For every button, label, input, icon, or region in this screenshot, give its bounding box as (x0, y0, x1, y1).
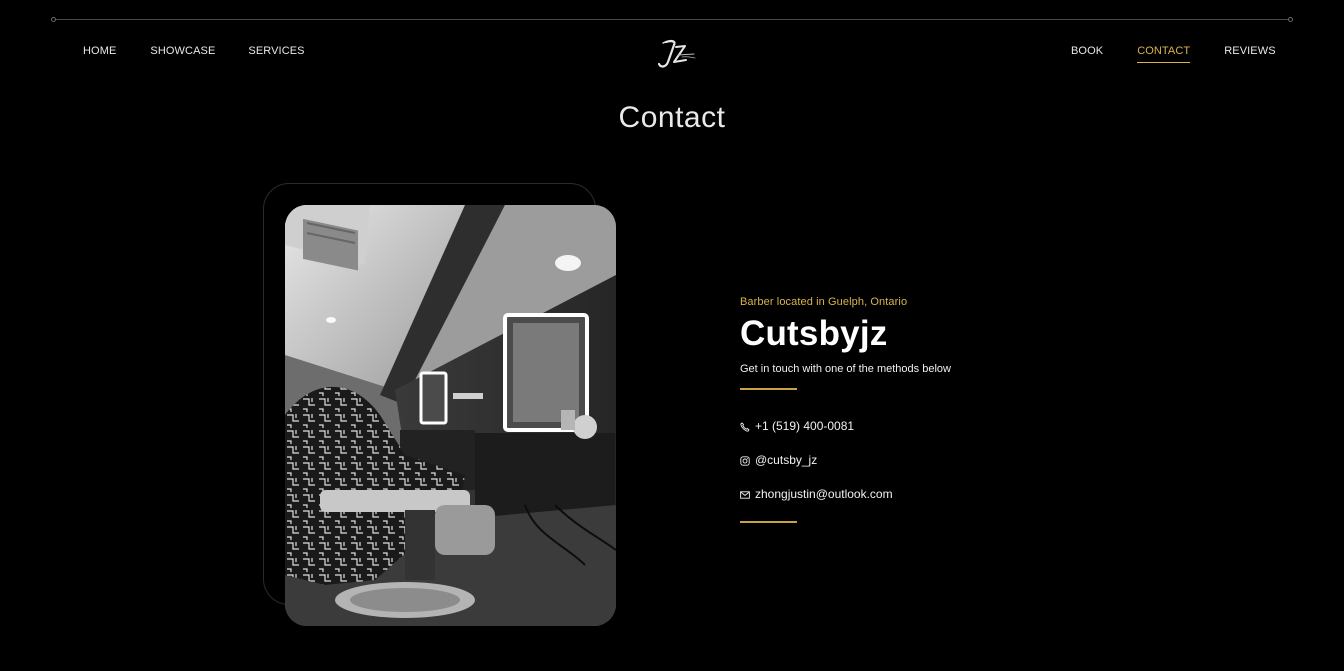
divider-end-dot (1288, 17, 1293, 22)
top-divider (51, 17, 1293, 22)
brand-name: Cutsbyjz (740, 314, 888, 353)
phone-number: +1 (519) 400-0081 (755, 419, 855, 433)
instagram-handle: @cutsby_jz (755, 453, 818, 467)
nav-services-link[interactable]: SERVICES (248, 45, 304, 62)
nav-reviews-link[interactable]: REVIEWS (1224, 45, 1275, 63)
email-address: zhongjustin@outlook.com (755, 487, 893, 501)
location-subtitle: Barber located in Guelph, Ontario (740, 296, 908, 308)
mail-icon (740, 489, 750, 499)
instagram-icon (740, 455, 750, 466)
nav-left: HOME SHOWCASE SERVICES (83, 45, 305, 62)
phone-icon (740, 421, 750, 432)
contact-info: Barber located in Guelph, Ontario Cutsby… (740, 296, 1160, 523)
nav-book-link[interactable]: BOOK (1071, 45, 1103, 63)
contact-tagline: Get in touch with one of the methods bel… (740, 363, 951, 375)
nav-showcase-link[interactable]: SHOWCASE (150, 45, 215, 62)
instagram-contact[interactable]: @cutsby_jz (740, 453, 1160, 467)
gold-divider (740, 388, 797, 390)
nav-right: BOOK CONTACT REVIEWS (1071, 45, 1276, 63)
barbershop-photo (285, 205, 616, 626)
divider-end-dot (51, 17, 56, 22)
nav-home-link[interactable]: HOME (83, 45, 116, 62)
gold-divider (740, 521, 797, 523)
page-title: Contact (618, 101, 726, 134)
nav-contact-link[interactable]: CONTACT (1137, 45, 1191, 63)
email-contact[interactable]: zhongjustin@outlook.com (740, 487, 1160, 501)
phone-contact[interactable]: +1 (519) 400-0081 (740, 419, 1160, 433)
jz-logo-icon[interactable] (652, 35, 698, 71)
